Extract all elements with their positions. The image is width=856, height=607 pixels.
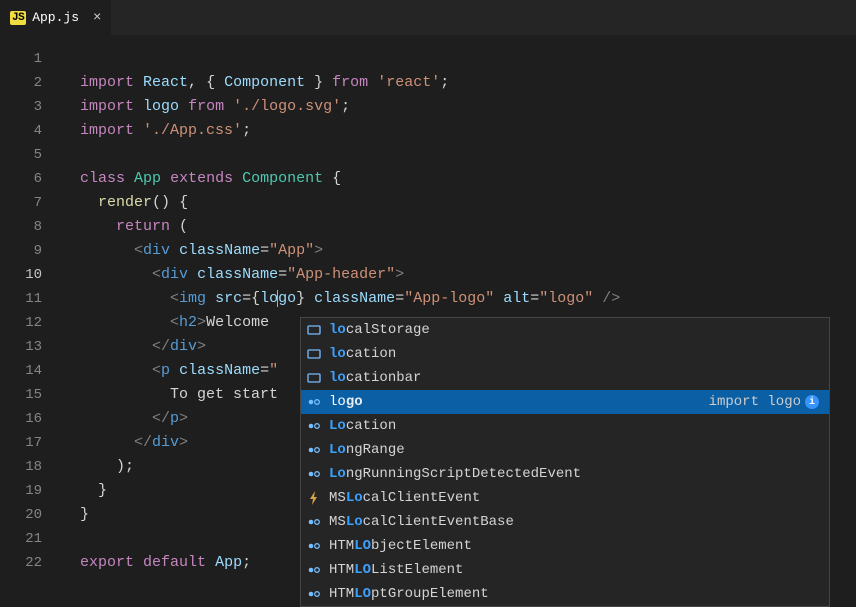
field-icon bbox=[305, 417, 323, 435]
line-number: 8 bbox=[0, 215, 42, 239]
line-number: 3 bbox=[0, 95, 42, 119]
suggest-item[interactable]: location bbox=[301, 342, 829, 366]
line-number: 20 bbox=[0, 503, 42, 527]
suggest-label: localStorage bbox=[329, 322, 430, 338]
line-number: 19 bbox=[0, 479, 42, 503]
suggest-item[interactable]: MSLocalClientEventBase bbox=[301, 510, 829, 534]
field-icon bbox=[305, 561, 323, 579]
line-number: 13 bbox=[0, 335, 42, 359]
intellisense-popup[interactable]: localStorage location locationbar logo impor… bbox=[300, 317, 830, 607]
suggest-item[interactable]: MSLocalClientEvent bbox=[301, 486, 829, 510]
tab-appjs[interactable]: JS App.js × bbox=[0, 0, 112, 35]
suggest-item[interactable]: HTMLOListElement bbox=[301, 558, 829, 582]
line-number: 7 bbox=[0, 191, 42, 215]
field-icon bbox=[305, 393, 323, 411]
line-number: 9 bbox=[0, 239, 42, 263]
suggest-label: MSLocalClientEventBase bbox=[329, 514, 514, 530]
suggest-label: LongRunningScriptDetectedEvent bbox=[329, 466, 581, 482]
suggest-item[interactable]: localStorage bbox=[301, 318, 829, 342]
tab-bar: JS App.js × bbox=[0, 0, 856, 35]
line-number: 6 bbox=[0, 167, 42, 191]
suggest-label: MSLocalClientEvent bbox=[329, 490, 480, 506]
field-icon bbox=[305, 441, 323, 459]
line-number: 14 bbox=[0, 359, 42, 383]
js-file-icon: JS bbox=[10, 11, 26, 25]
line-number: 15 bbox=[0, 383, 42, 407]
line-number: 21 bbox=[0, 527, 42, 551]
field-icon bbox=[305, 537, 323, 555]
suggest-label: HTMLObjectElement bbox=[329, 538, 472, 554]
suggest-item[interactable]: locationbar bbox=[301, 366, 829, 390]
line-number: 18 bbox=[0, 455, 42, 479]
line-number: 12 bbox=[0, 311, 42, 335]
info-icon[interactable]: i bbox=[805, 395, 819, 409]
tab-label: App.js bbox=[32, 10, 79, 25]
suggest-item[interactable]: HTMLObjectElement bbox=[301, 534, 829, 558]
suggest-aside: import logo i bbox=[709, 394, 825, 410]
line-number: 5 bbox=[0, 143, 42, 167]
variable-icon bbox=[305, 369, 323, 387]
field-icon bbox=[305, 465, 323, 483]
line-number: 10 bbox=[0, 263, 42, 287]
suggest-label: locationbar bbox=[329, 370, 421, 386]
suggest-label: LongRange bbox=[329, 442, 405, 458]
tab-bar-empty bbox=[112, 0, 856, 35]
suggest-item[interactable]: LongRunningScriptDetectedEvent bbox=[301, 462, 829, 486]
suggest-label: location bbox=[329, 346, 396, 362]
suggest-item[interactable]: HTMLOptGroupElement bbox=[301, 582, 829, 606]
close-icon[interactable]: × bbox=[93, 10, 101, 26]
line-number: 16 bbox=[0, 407, 42, 431]
variable-icon bbox=[305, 345, 323, 363]
code-editor[interactable]: 12345678910111213141516171819202122 impo… bbox=[0, 35, 856, 576]
line-number-gutter: 12345678910111213141516171819202122 bbox=[0, 35, 60, 576]
line-number: 11 bbox=[0, 287, 42, 311]
event-icon bbox=[305, 489, 323, 507]
field-icon bbox=[305, 585, 323, 603]
suggest-label: Location bbox=[329, 418, 396, 434]
line-number: 17 bbox=[0, 431, 42, 455]
suggest-item[interactable]: Location bbox=[301, 414, 829, 438]
line-number: 4 bbox=[0, 119, 42, 143]
line-number: 22 bbox=[0, 551, 42, 575]
suggest-item[interactable]: LongRange bbox=[301, 438, 829, 462]
suggest-label: HTMLOptGroupElement bbox=[329, 586, 489, 602]
variable-icon bbox=[305, 321, 323, 339]
line-number: 2 bbox=[0, 71, 42, 95]
field-icon bbox=[305, 513, 323, 531]
suggest-label: logo bbox=[329, 394, 363, 410]
line-number: 1 bbox=[0, 47, 42, 71]
suggest-item[interactable]: logo import logo i bbox=[301, 390, 829, 414]
